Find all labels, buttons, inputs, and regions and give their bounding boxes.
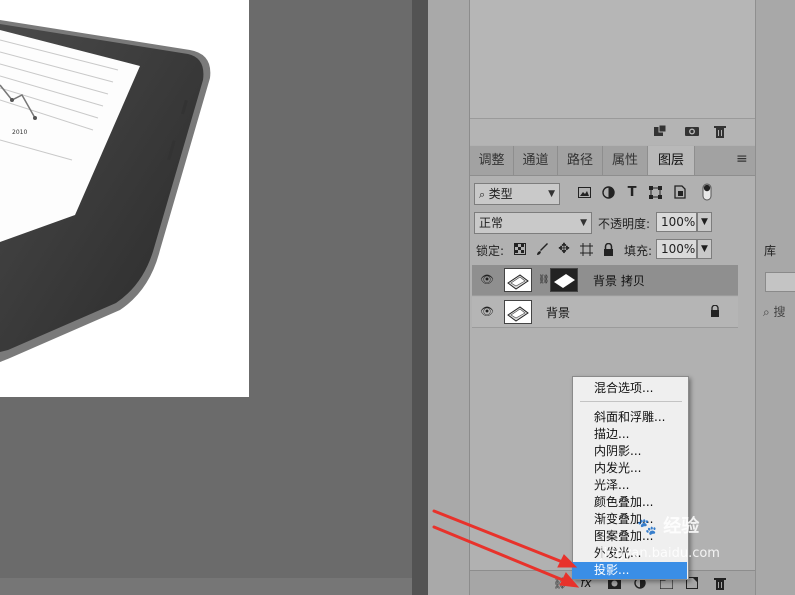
blend-mode-select[interactable]: 正常 ▼ <box>474 212 592 234</box>
panel-menu-icon[interactable]: ≡ <box>736 152 750 166</box>
lock-move-icon[interactable]: ✥ <box>556 241 572 257</box>
menu-item-blending-options[interactable]: 混合选项... <box>572 380 687 397</box>
layer-row-background-copy[interactable]: 👁 ⛓ 背景 拷贝 <box>472 265 738 296</box>
watermark-text: 经验 <box>663 516 700 537</box>
lock-transparent-icon[interactable] <box>512 241 528 257</box>
camera-icon[interactable] <box>683 122 701 140</box>
menu-item-inner-shadow[interactable]: 内阴影... <box>572 443 687 460</box>
lock-artboard-icon[interactable] <box>578 241 594 257</box>
layer-row-background[interactable]: 👁 背景 <box>472 297 738 328</box>
smart-object-filter-icon[interactable] <box>672 184 688 200</box>
image-filter-icon[interactable] <box>576 184 592 200</box>
lock-label: 锁定: <box>476 244 505 258</box>
chart-year-label: 2010 <box>12 129 27 136</box>
text-filter-icon[interactable]: T <box>624 184 640 200</box>
chevron-down-icon: ▼ <box>548 189 555 199</box>
library-tab-label[interactable]: 库 <box>764 242 776 259</box>
layer-thumbnail <box>504 300 532 324</box>
tab-adjustments[interactable]: 调整 <box>470 146 514 175</box>
watermark-url: jingyan.baidu.com <box>600 546 720 561</box>
fill-dropdown-button[interactable]: ▼ <box>697 239 712 259</box>
layer-filter-select[interactable]: ⌕ 类型 ▼ <box>474 183 560 205</box>
menu-item-satin[interactable]: 光泽... <box>572 477 687 494</box>
layer-mask-thumbnail[interactable] <box>550 268 578 292</box>
baidu-paw-icon: 🐾 <box>637 517 657 536</box>
menu-item-stroke[interactable]: 描边... <box>572 426 687 443</box>
watermark-brand: 🐾 经验 <box>637 512 699 538</box>
delete-layer-icon[interactable] <box>712 575 728 591</box>
canvas-scrollbar[interactable] <box>0 578 412 595</box>
menu-separator <box>580 401 682 402</box>
trash-icon[interactable] <box>711 122 729 140</box>
adjustment-filter-icon[interactable] <box>600 184 616 200</box>
shape-filter-icon[interactable] <box>647 184 663 200</box>
menu-item-inner-glow[interactable]: 内发光... <box>572 460 687 477</box>
tab-properties[interactable]: 属性 <box>603 146 648 175</box>
visibility-eye-icon[interactable]: 👁 <box>480 306 494 318</box>
opacity-label: 不透明度: <box>598 217 651 231</box>
new-channel-icon[interactable] <box>651 122 669 140</box>
layer-name[interactable]: 背景 <box>546 304 570 321</box>
fill-label: 填充: <box>624 244 653 258</box>
library-search[interactable]: ⌕ 搜 <box>763 303 786 320</box>
layer-name[interactable]: 背景 拷贝 <box>593 272 645 289</box>
canvas-edge <box>412 0 428 595</box>
annotation-arrows <box>432 509 580 588</box>
chevron-down-icon: ▼ <box>580 218 587 228</box>
channels-list <box>470 0 755 119</box>
layer-lock-icon <box>710 304 720 320</box>
blend-mode-value: 正常 <box>479 216 504 230</box>
tab-paths[interactable]: 路径 <box>558 146 603 175</box>
library-panel-collapsed <box>755 0 795 595</box>
chain-link-icon[interactable]: ⛓ <box>538 274 549 286</box>
library-select[interactable] <box>765 272 795 292</box>
visibility-eye-icon[interactable]: 👁 <box>480 274 494 286</box>
fill-input[interactable]: 100% <box>656 239 697 259</box>
lock-all-icon[interactable] <box>600 241 616 257</box>
tab-layers[interactable]: 图层 <box>648 146 695 175</box>
document-image[interactable]: 2010 <box>0 0 249 397</box>
lock-paint-icon[interactable] <box>534 241 550 257</box>
layer-thumbnail <box>504 268 532 292</box>
toggle-filter-icon[interactable] <box>699 183 715 201</box>
search-icon: ⌕ <box>479 188 489 201</box>
opacity-input[interactable]: 100% <box>656 212 697 232</box>
layer-filter-value: 类型 <box>488 187 513 201</box>
opacity-dropdown-button[interactable]: ▼ <box>697 212 712 232</box>
tablet-photo: 2010 <box>0 20 211 362</box>
menu-item-bevel-emboss[interactable]: 斜面和浮雕... <box>572 409 687 426</box>
tab-channels[interactable]: 通道 <box>514 146 558 175</box>
